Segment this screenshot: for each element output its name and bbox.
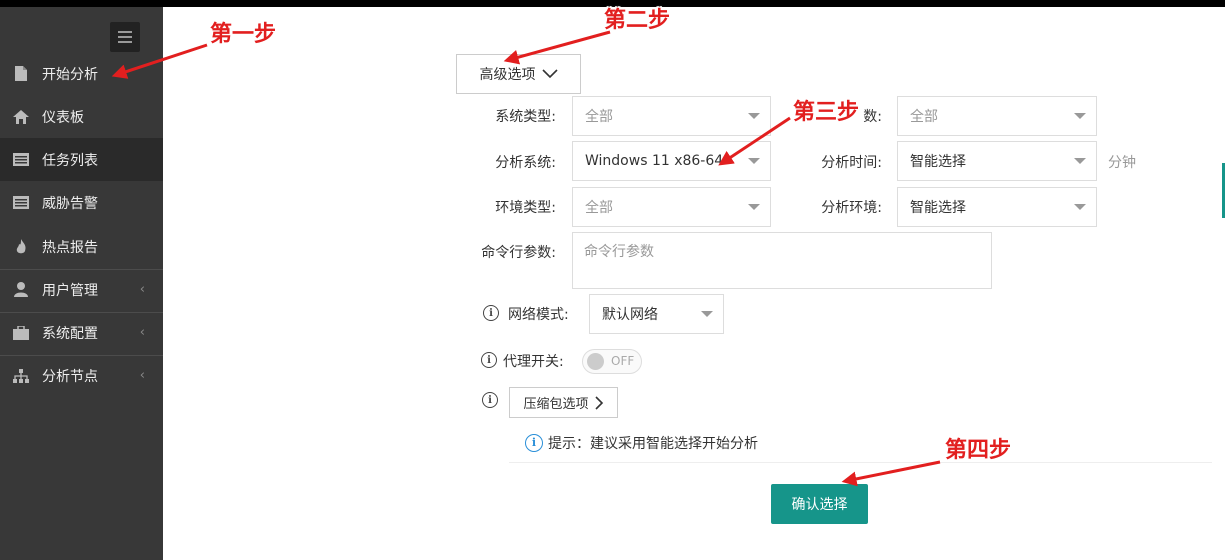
sidebar-item-label: 任务列表 (42, 152, 98, 169)
chevron-left-icon: ‹ (139, 282, 145, 297)
proxy-toggle[interactable]: OFF (582, 349, 642, 374)
sidebar-item-analysis-nodes[interactable]: 分析节点 ‹ (0, 354, 163, 397)
annotation-step1: 第一步 (210, 21, 277, 47)
dropdown-arrow-icon (748, 204, 760, 210)
menu-toggle-button[interactable] (110, 22, 140, 52)
sidebar-item-system-config[interactable]: 系统配置 ‹ (0, 311, 163, 354)
sidebar-item-label: 分析节点 (42, 368, 98, 385)
system-type-select[interactable]: 全部 (572, 96, 771, 136)
chevron-left-icon: ‹ (139, 368, 145, 383)
zip-options-label: 压缩包选项 (523, 397, 589, 412)
sidebar-item-label: 威胁告警 (42, 195, 98, 212)
analysis-system-value: Windows 11 x86-64 (585, 153, 724, 169)
home-icon (13, 109, 29, 125)
analysis-time-select[interactable]: 智能选择 (897, 141, 1097, 181)
info-icon[interactable]: i (483, 305, 499, 321)
cmdline-input[interactable]: 命令行参数 (572, 232, 992, 289)
sidebar-item-label: 开始分析 (42, 66, 98, 83)
toggle-knob (587, 353, 604, 370)
advanced-options-label: 高级选项 (479, 67, 536, 83)
system-type-value: 全部 (585, 109, 613, 125)
confirm-button[interactable]: 确认选择 (771, 484, 868, 524)
zip-options-button[interactable]: 压缩包选项 (509, 387, 618, 418)
annotation-step4: 第四步 (945, 437, 1012, 463)
user-icon (13, 282, 29, 298)
sidebar-item-label: 系统配置 (42, 325, 98, 342)
hamburger-icon (118, 31, 132, 33)
briefcase-icon (13, 325, 29, 341)
analysis-env-value: 智能选择 (910, 200, 966, 216)
info-icon[interactable]: i (481, 352, 497, 368)
annotation-arrow-step4 (841, 460, 941, 487)
info-icon: i (525, 433, 543, 452)
sidebar-item-label: 热点报告 (42, 239, 98, 256)
proxy-switch-label: 代理开关: (503, 354, 564, 370)
analysis-time-value: 智能选择 (910, 154, 966, 170)
toggle-state-label: OFF (611, 354, 635, 368)
analysis-system-select[interactable]: Windows 11 x86-64 (572, 141, 771, 181)
chevron-right-icon (594, 395, 603, 410)
network-mode-select[interactable]: 默认网络 (589, 294, 724, 334)
system-type-label: 系统类型: (495, 109, 556, 125)
tip-text: 提示：建议采用智能选择开始分析 (548, 435, 758, 452)
sidebar-item-label: 仪表板 (42, 109, 84, 126)
cpu-count-select[interactable]: 全部 (897, 96, 1097, 136)
annotation-step3: 第三步 (793, 99, 860, 125)
file-icon (13, 66, 29, 82)
network-mode-value: 默认网络 (602, 307, 658, 323)
analysis-system-label: 分析系统: (495, 155, 556, 171)
sitemap-icon (13, 368, 29, 384)
analysis-env-select[interactable]: 智能选择 (897, 187, 1097, 227)
advanced-options-button[interactable]: 高级选项 (456, 54, 581, 94)
chevron-down-icon (541, 69, 558, 79)
env-type-value: 全部 (585, 200, 613, 216)
sidebar-item-label: 用户管理 (42, 282, 98, 299)
fire-icon (13, 238, 29, 255)
dropdown-arrow-icon (748, 158, 760, 164)
sidebar-item-dashboard[interactable]: 仪表板 (0, 95, 163, 138)
dropdown-arrow-icon (1074, 113, 1086, 119)
env-type-select[interactable]: 全部 (572, 187, 771, 227)
info-icon[interactable]: i (482, 392, 498, 408)
dropdown-arrow-icon (1074, 158, 1086, 164)
list-icon (13, 152, 29, 168)
sidebar-item-threat-alerts[interactable]: 威胁告警 (0, 181, 163, 224)
list-icon (13, 195, 29, 211)
cmdline-label: 命令行参数: (481, 245, 556, 261)
env-type-label: 环境类型: (495, 200, 556, 216)
sidebar: 开始分析 仪表板 任务列表 威胁告警 热点报告 用户管理 ‹ 系统配置 ‹ 分析… (0, 7, 163, 560)
dropdown-arrow-icon (1074, 204, 1086, 210)
sidebar-item-task-list[interactable]: 任务列表 (0, 138, 163, 181)
sidebar-item-start-analysis[interactable]: 开始分析 (0, 52, 163, 95)
annotation-step2: 第二步 (604, 7, 671, 33)
chevron-left-icon: ‹ (139, 325, 145, 340)
cpu-count-value: 全部 (910, 109, 938, 125)
tip-box: i 提示：建议采用智能选择开始分析 (509, 423, 1212, 463)
analysis-env-label: 分析环境: (821, 200, 882, 216)
dropdown-arrow-icon (748, 113, 760, 119)
network-mode-label: 网络模式: (508, 307, 569, 323)
sidebar-item-hot-reports[interactable]: 热点报告 (0, 225, 163, 268)
analysis-time-unit: 分钟 (1108, 155, 1136, 171)
sidebar-item-user-management[interactable]: 用户管理 ‹ (0, 268, 163, 311)
dropdown-arrow-icon (701, 311, 713, 317)
analysis-time-label: 分析时间: (821, 155, 882, 171)
